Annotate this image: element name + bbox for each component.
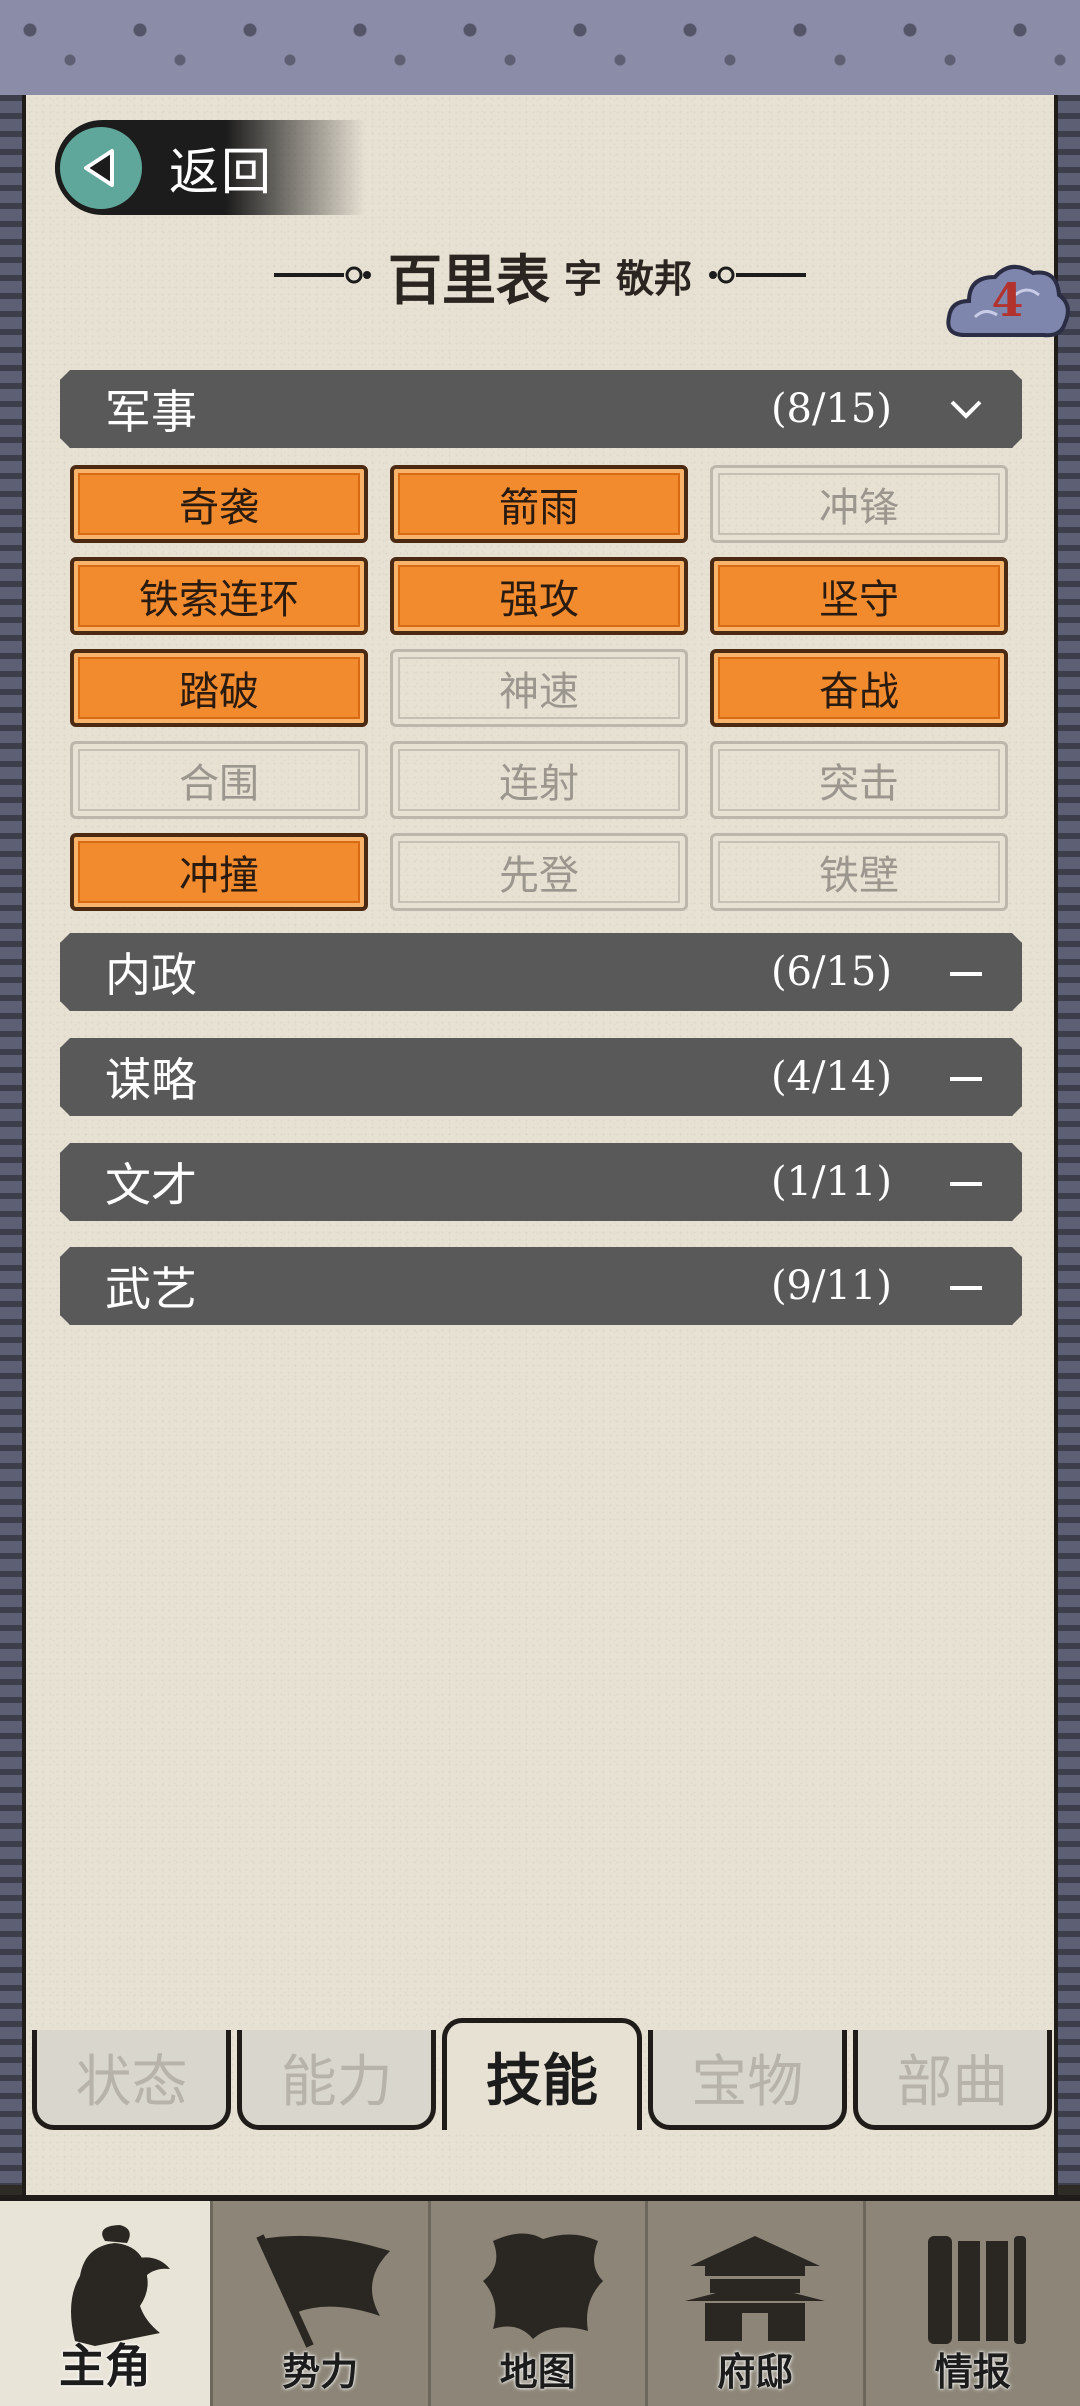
skill-button[interactable]: 冲撞 [70, 833, 368, 911]
skill-button[interactable]: 箭雨 [390, 465, 688, 543]
category-name: 谋略 [105, 1044, 197, 1110]
decorative-top-band [0, 0, 1080, 101]
category-header-martial[interactable]: 武艺 (9/11) [60, 1247, 1022, 1325]
mansion-icon [680, 2221, 830, 2351]
back-label: 返回 [169, 132, 273, 204]
skill-button[interactable]: 突击 [710, 741, 1008, 819]
category-name: 军事 [105, 376, 197, 442]
chevron-down-icon [948, 394, 984, 424]
section-tab-bar: 状态 能力 技能 宝物 部曲 [32, 2030, 1052, 2135]
tab-abilities[interactable]: 能力 [237, 2030, 436, 2130]
character-name-title: 百里表 字 敬邦 [240, 235, 840, 315]
skill-points-badge[interactable]: 4 [945, 255, 1070, 355]
warrior-portrait-icon [35, 2221, 175, 2351]
skill-button[interactable]: 铁索连环 [70, 557, 368, 635]
back-arrow-icon [55, 122, 147, 214]
military-skill-grid: 奇袭 箭雨 冲锋 铁索连环 强攻 坚守 踏破 神速 奋战 合围 连射 突击 冲撞… [70, 465, 1010, 911]
skill-button[interactable]: 踏破 [70, 649, 368, 727]
left-ornament-icon [274, 265, 374, 285]
skill-points-count: 4 [945, 273, 1070, 327]
courtesy-name: 敬邦 [616, 248, 692, 303]
flag-icon [240, 2221, 400, 2351]
skill-button[interactable]: 铁壁 [710, 833, 1008, 911]
category-count: (6/15) [771, 949, 892, 995]
tab-troops[interactable]: 部曲 [853, 2030, 1052, 2130]
bottom-nav: 主角 势力 地图 府邸 情报 [0, 2195, 1080, 2406]
collapse-dash-icon [948, 1167, 984, 1197]
skill-button[interactable]: 奇袭 [70, 465, 368, 543]
skill-button[interactable]: 合围 [70, 741, 368, 819]
right-ornament-icon [706, 265, 806, 285]
category-count: (8/15) [771, 386, 892, 432]
skill-button[interactable]: 冲锋 [710, 465, 1008, 543]
category-name: 内政 [105, 939, 197, 1005]
category-header-military[interactable]: 军事 (8/15) [60, 370, 1022, 448]
category-header-literary[interactable]: 文才 (1/11) [60, 1143, 1022, 1221]
category-count: (4/14) [771, 1054, 892, 1100]
skill-button[interactable]: 强攻 [390, 557, 688, 635]
frame-right-border [1058, 95, 1080, 2185]
category-header-strategy[interactable]: 谋略 (4/14) [60, 1038, 1022, 1116]
category-name: 武艺 [105, 1253, 197, 1319]
tab-status[interactable]: 状态 [32, 2030, 231, 2130]
frame-left-border [0, 95, 22, 2185]
category-count: (1/11) [771, 1159, 892, 1205]
collapse-dash-icon [948, 1271, 984, 1301]
collapse-dash-icon [948, 1062, 984, 1092]
skill-button[interactable]: 连射 [390, 741, 688, 819]
tab-skills[interactable]: 技能 [442, 2018, 641, 2130]
nav-faction[interactable]: 势力 [213, 2201, 431, 2406]
tab-treasures[interactable]: 宝物 [648, 2030, 847, 2130]
nav-residence[interactable]: 府邸 [648, 2201, 866, 2406]
nav-map[interactable]: 地图 [431, 2201, 649, 2406]
category-name: 文才 [105, 1149, 197, 1215]
collapse-dash-icon [948, 957, 984, 987]
skill-button[interactable]: 坚守 [710, 557, 1008, 635]
skill-button[interactable]: 先登 [390, 833, 688, 911]
nav-intel[interactable]: 情报 [866, 2201, 1080, 2406]
character-name: 百里表 [388, 236, 550, 315]
back-button[interactable]: 返回 [55, 120, 365, 215]
nav-protagonist[interactable]: 主角 [0, 2201, 213, 2406]
skill-button[interactable]: 奋战 [710, 649, 1008, 727]
map-icon [463, 2221, 613, 2351]
scroll-icon [898, 2221, 1048, 2351]
category-header-domestic[interactable]: 内政 (6/15) [60, 933, 1022, 1011]
skill-button[interactable]: 神速 [390, 649, 688, 727]
category-count: (9/11) [771, 1263, 892, 1309]
courtesy-label: 字 [564, 248, 602, 303]
